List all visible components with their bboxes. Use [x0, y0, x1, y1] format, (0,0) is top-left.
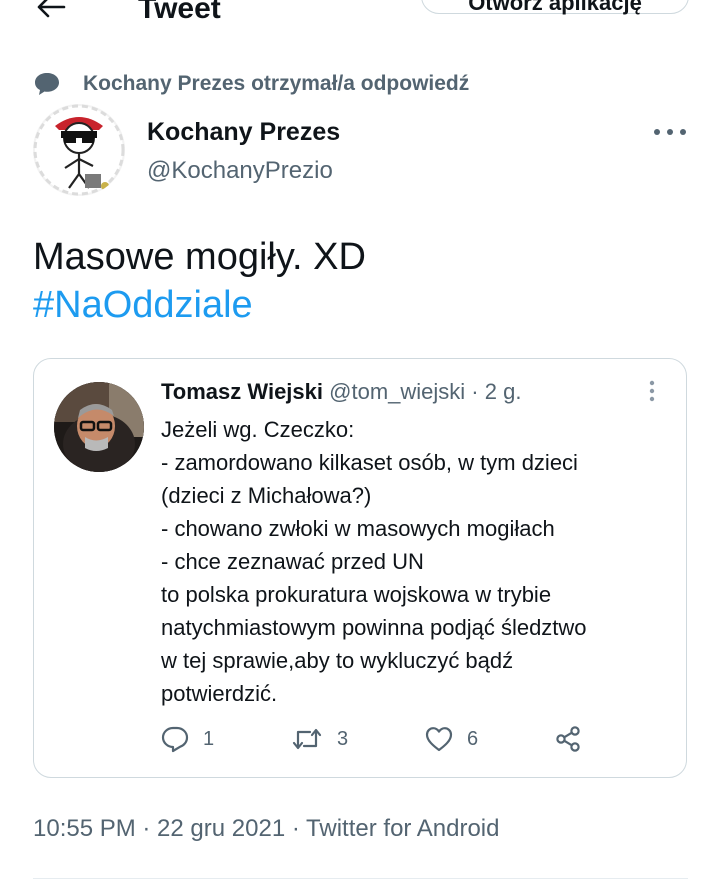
- quote-line: to polska prokuratura wojskowa w trybie: [161, 582, 552, 607]
- author-name[interactable]: Kochany Prezes: [147, 118, 340, 147]
- quote-header: Tomasz Wiejski @tom_wiejski · 2 g.: [161, 379, 521, 405]
- tweet-page: Tweet Otwórz aplikację Kochany Prezes ot…: [0, 0, 709, 893]
- speech-bubble-icon: [35, 73, 59, 95]
- quote-line: - chowano zwłoki w masowych mogiłach: [161, 516, 555, 541]
- author-avatar[interactable]: [33, 104, 125, 196]
- more-options-button[interactable]: [652, 124, 688, 140]
- retweet-icon: [292, 728, 322, 750]
- share-icon: [556, 726, 580, 752]
- heart-icon: [425, 727, 453, 752]
- retweet-button[interactable]: 3: [291, 724, 348, 754]
- quote-line: w tej sprawie,aby to wykluczyć bądź: [161, 648, 514, 673]
- hashtag-link[interactable]: #NaOddziale: [33, 281, 366, 329]
- more-vertical-icon: [649, 380, 655, 402]
- like-count: 6: [467, 727, 479, 750]
- quote-text: Jeżeli wg. Czeczko: - zamordowano kilkas…: [161, 413, 671, 710]
- back-button[interactable]: [36, 0, 66, 18]
- quote-time: · 2 g.: [471, 379, 522, 404]
- divider: [33, 878, 688, 879]
- reply-button[interactable]: 1: [161, 724, 214, 754]
- tweet-text: Masowe mogiły. XD #NaOddziale: [33, 233, 366, 329]
- more-horizontal-icon: [654, 129, 686, 135]
- tweet-body: Masowe mogiły. XD: [33, 236, 366, 278]
- reply-context[interactable]: Kochany Prezes otrzymał/a odpowiedź: [33, 70, 469, 98]
- retweet-count: 3: [337, 727, 349, 750]
- quote-more-button[interactable]: [648, 379, 656, 403]
- quote-author-avatar[interactable]: [54, 382, 144, 472]
- tweet-timestamp[interactable]: 10:55 PM · 22 gru 2021 · Twitter for And…: [33, 815, 499, 843]
- quote-author-name[interactable]: Tomasz Wiejski: [161, 379, 323, 404]
- quote-action-bar: 1 3 6: [161, 724, 661, 754]
- reply-count: 1: [203, 727, 215, 750]
- top-bar: Tweet Otwórz aplikację: [0, 0, 709, 34]
- quote-line: Jeżeli wg. Czeczko:: [161, 417, 355, 442]
- quote-author-handle[interactable]: @tom_wiejski: [329, 379, 465, 404]
- share-button[interactable]: [554, 724, 582, 754]
- quoted-tweet[interactable]: Tomasz Wiejski @tom_wiejski · 2 g. Jeżel…: [33, 358, 687, 778]
- page-title: Tweet: [138, 0, 221, 25]
- quote-line: - zamordowano kilkaset osób, w tym dziec…: [161, 450, 578, 475]
- open-app-button[interactable]: Otwórz aplikację: [421, 0, 689, 15]
- like-button[interactable]: 6: [425, 724, 478, 754]
- avatar-image: [33, 104, 125, 196]
- arrow-left-icon: [37, 0, 66, 18]
- author-handle[interactable]: @KochanyPrezio: [147, 157, 333, 185]
- quote-line: potwierdzić.: [161, 681, 278, 706]
- quote-line: natychmiastowym powinna podjąć śledztwo: [161, 615, 587, 640]
- quote-line: (dzieci z Michałowa?): [161, 483, 372, 508]
- reply-context-text: Kochany Prezes otrzymał/a odpowiedź: [83, 72, 470, 95]
- avatar-image: [54, 382, 144, 472]
- reply-icon: [161, 726, 189, 753]
- quote-line: - chce zeznawać przed UN: [161, 549, 424, 574]
